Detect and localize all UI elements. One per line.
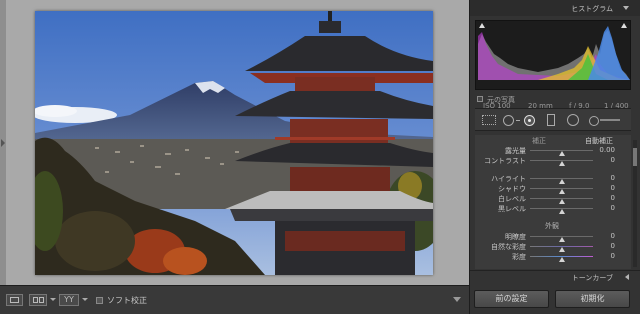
slider-track[interactable] xyxy=(530,198,593,204)
left-panel-toggle-arrow-icon[interactable] xyxy=(1,138,5,148)
slider-value[interactable]: 0 xyxy=(611,194,615,202)
slider-track[interactable] xyxy=(530,246,593,252)
slider-track[interactable] xyxy=(530,256,593,262)
before-after-icon xyxy=(33,297,38,303)
tone-section-label: 補正 xyxy=(532,137,546,145)
slider-row-highlights[interactable]: ハイライト 0 xyxy=(475,174,631,184)
histogram-graph xyxy=(478,26,630,80)
before-after-swap-button[interactable]: YY xyxy=(59,294,79,306)
crop-tool-icon[interactable] xyxy=(482,115,496,125)
radial-filter-tool-icon[interactable] xyxy=(567,114,579,126)
before-after-icon-right xyxy=(39,297,44,303)
slider-thumb[interactable] xyxy=(558,209,565,214)
loupe-view-button[interactable] xyxy=(6,294,23,306)
left-panel-edge xyxy=(0,0,6,285)
develop-right-panel: ヒストグラム ISO 100 20 mm f / 9.0 1 / 400 元の写… xyxy=(469,0,640,314)
slider-row-whites[interactable]: 白レベル 0 xyxy=(475,194,631,204)
swap-menu-arrow-icon[interactable] xyxy=(82,298,88,301)
slider-track[interactable] xyxy=(530,160,593,166)
tone-curve-title: トーンカーブ xyxy=(571,274,613,282)
spot-removal-tool-icon[interactable] xyxy=(503,115,520,126)
loupe-view-icon xyxy=(10,297,19,303)
expand-arrow-icon[interactable] xyxy=(625,274,629,280)
slider-value[interactable]: 0 xyxy=(611,174,615,182)
soft-proofing-checkbox[interactable] xyxy=(96,297,103,304)
basic-panel: 補正 自動補正 露光量 0.00 コントラスト 0 ハイライト 0 シャドウ 0… xyxy=(475,135,631,269)
before-after-left-right-button[interactable] xyxy=(29,294,47,306)
slider-row-clarity[interactable]: 明瞭度 0 xyxy=(475,232,631,242)
slider-track[interactable] xyxy=(530,150,593,156)
histogram[interactable]: ISO 100 20 mm f / 9.0 1 / 400 xyxy=(475,20,631,110)
slider-label: 明瞭度 xyxy=(505,233,526,241)
slider-track[interactable] xyxy=(530,178,593,184)
slider-value[interactable]: 0.00 xyxy=(599,146,615,154)
slider-label: コントラスト xyxy=(484,157,526,165)
scrollbar-thumb[interactable] xyxy=(633,148,637,166)
adjustment-brush-tool-icon[interactable] xyxy=(589,115,621,126)
bottom-toolbar: YY ソフト校正 xyxy=(0,285,469,314)
collapse-arrow-icon[interactable] xyxy=(623,6,629,10)
graduated-filter-tool-icon[interactable] xyxy=(547,114,555,126)
histogram-header[interactable]: ヒストグラム xyxy=(470,0,640,16)
slider-label: シャドウ xyxy=(498,185,526,193)
presence-section-label: 外観 xyxy=(545,222,559,230)
histogram-title: ヒストグラム xyxy=(571,5,613,13)
photo-image xyxy=(35,11,433,275)
slider-thumb[interactable] xyxy=(558,257,565,262)
auto-tone-button[interactable]: 自動補正 xyxy=(585,136,613,146)
slider-value[interactable]: 0 xyxy=(611,204,615,212)
slider-row-contrast[interactable]: コントラスト 0 xyxy=(475,156,631,166)
slider-value[interactable]: 0 xyxy=(611,156,615,164)
before-after-menu-arrow-icon[interactable] xyxy=(50,298,56,301)
slider-value[interactable]: 0 xyxy=(611,232,615,240)
slider-thumb[interactable] xyxy=(558,161,565,166)
slider-row-saturation[interactable]: 彩度 0 xyxy=(475,252,631,262)
slider-label: 彩度 xyxy=(512,253,526,261)
slider-label: 露光量 xyxy=(505,147,526,155)
tool-strip xyxy=(475,108,631,131)
slider-label: 白レベル xyxy=(498,195,526,203)
photo-work-area xyxy=(0,0,469,285)
slider-value[interactable]: 0 xyxy=(611,252,615,260)
panel-scrollbar[interactable] xyxy=(633,140,637,267)
slider-value[interactable]: 0 xyxy=(611,184,615,192)
slider-label: 黒レベル xyxy=(498,205,526,213)
slider-value[interactable]: 0 xyxy=(611,242,615,250)
slider-row-vibrance[interactable]: 自然な彩度 0 xyxy=(475,242,631,252)
tone-curve-header[interactable]: トーンカーブ xyxy=(470,270,640,282)
slider-label: ハイライト xyxy=(491,175,526,183)
previous-settings-button[interactable]: 前の設定 xyxy=(474,290,549,308)
reset-button[interactable]: 初期化 xyxy=(555,290,630,308)
toolbar-options-arrow-icon[interactable] xyxy=(453,297,461,302)
slider-row-shadows[interactable]: シャドウ 0 xyxy=(475,184,631,194)
photo-preview[interactable] xyxy=(35,11,433,275)
slider-track[interactable] xyxy=(530,208,593,214)
slider-label: 自然な彩度 xyxy=(491,243,526,251)
red-eye-tool-icon[interactable] xyxy=(524,115,535,126)
slider-row-exposure[interactable]: 露光量 0.00 xyxy=(475,146,631,156)
slider-row-blacks[interactable]: 黒レベル 0 xyxy=(475,204,631,214)
slider-track[interactable] xyxy=(530,188,593,194)
slider-track[interactable] xyxy=(530,236,593,242)
original-photo-checkbox[interactable] xyxy=(477,96,483,102)
original-photo-label[interactable]: 元の写真 xyxy=(487,95,515,105)
soft-proofing-label[interactable]: ソフト校正 xyxy=(107,295,147,306)
